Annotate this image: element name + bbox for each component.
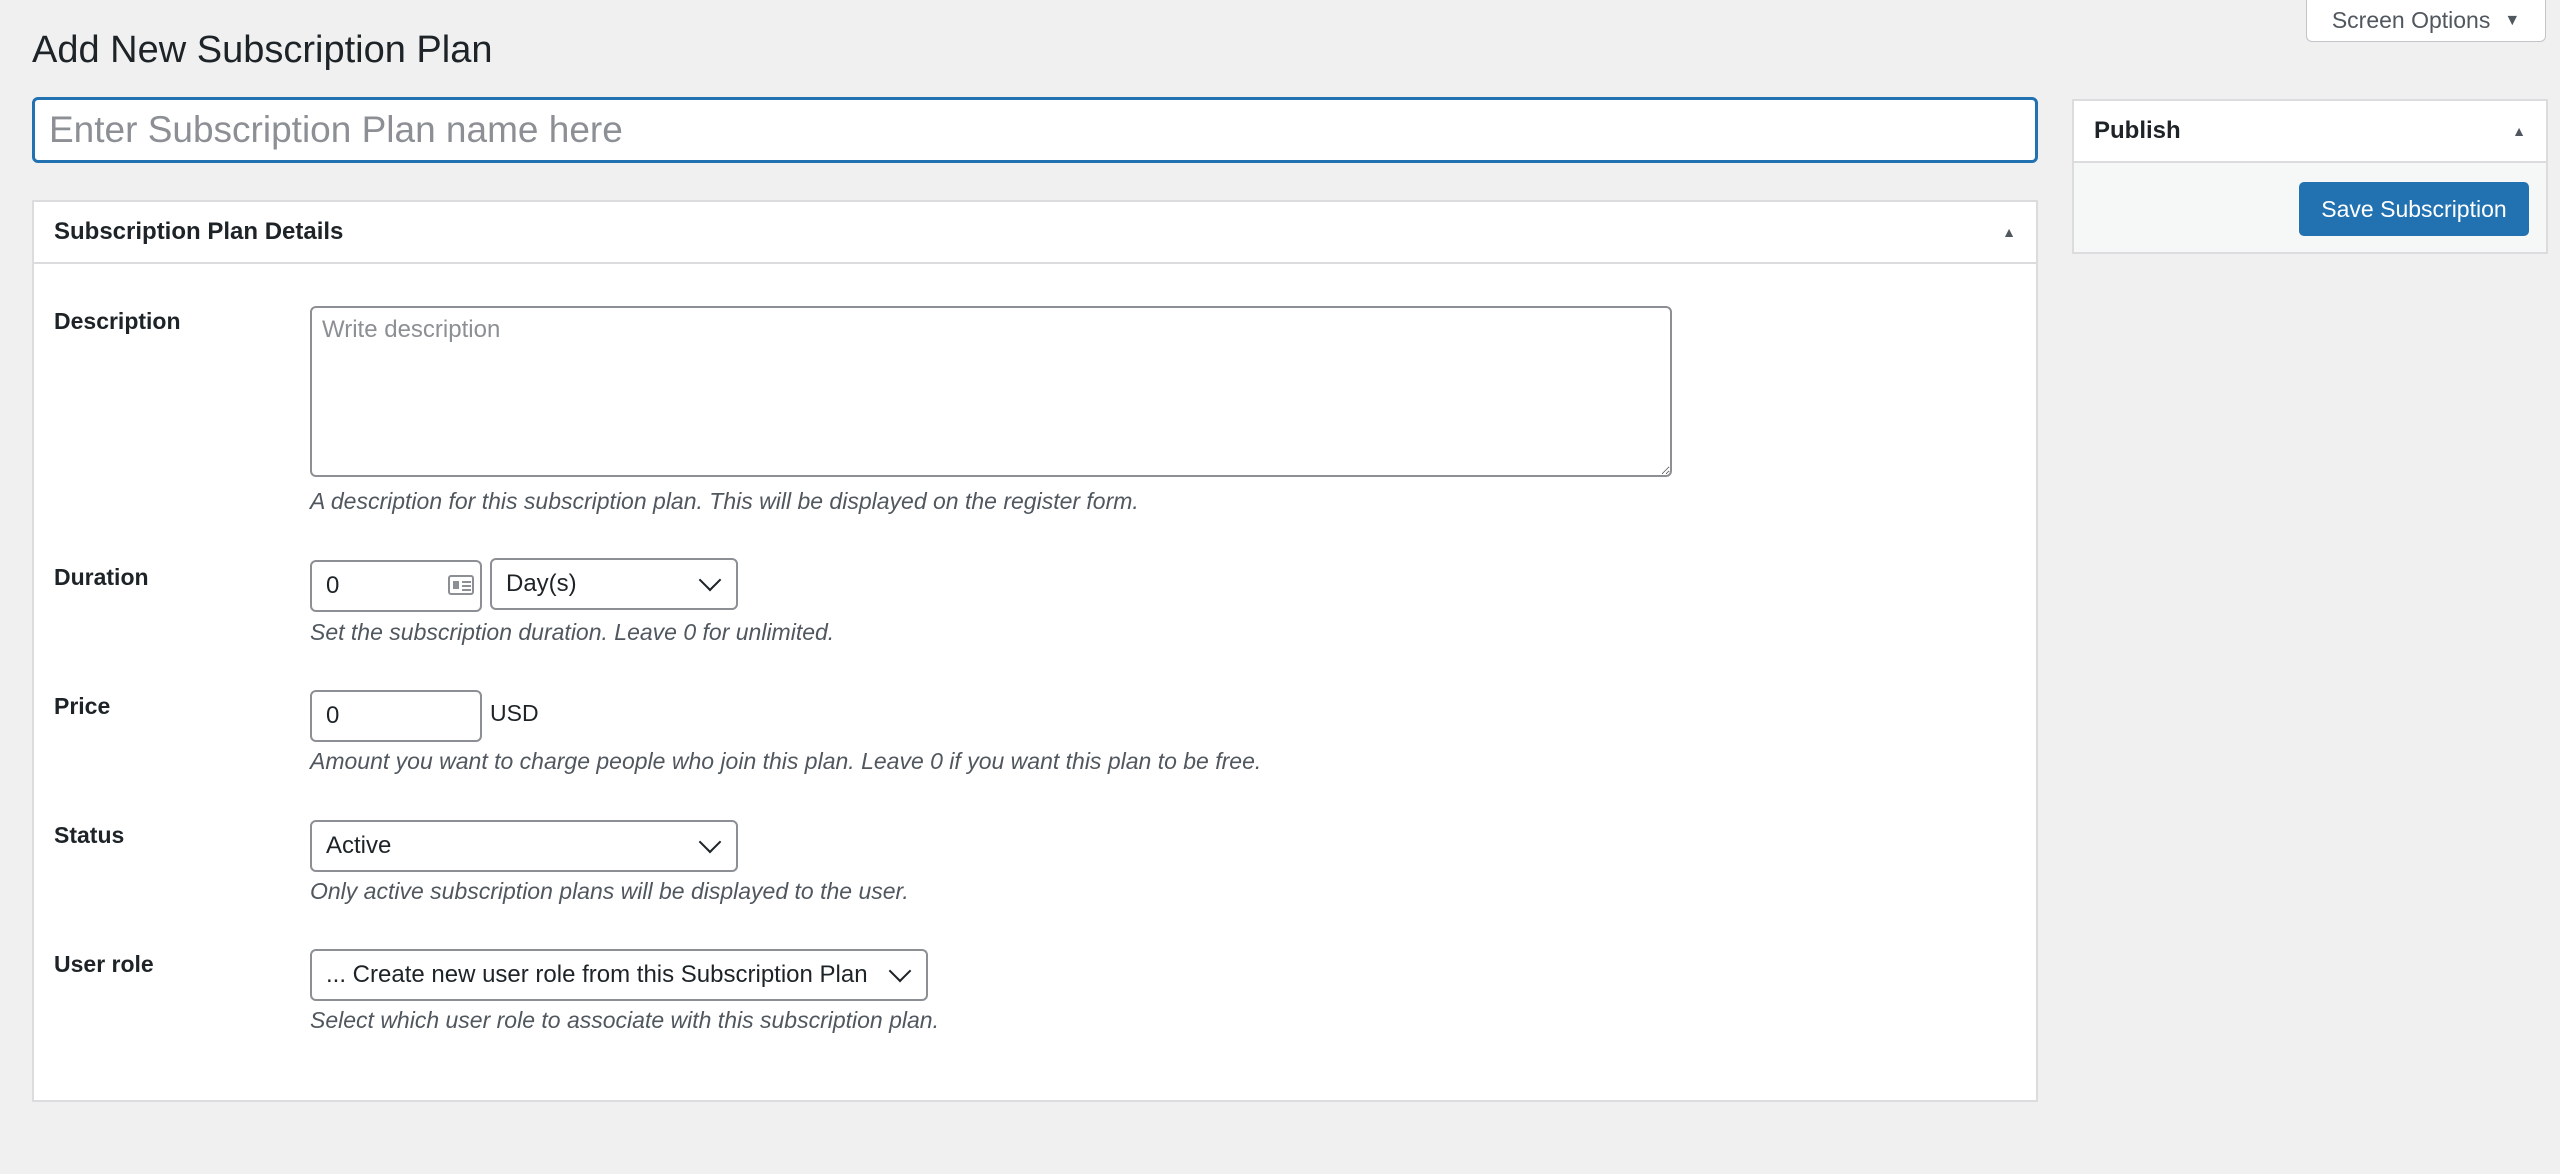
price-help: Amount you want to charge people who joi…: [310, 748, 1262, 774]
duration-input[interactable]: 0: [310, 560, 482, 612]
user-role-value: ... Create new user role from this Subsc…: [326, 961, 868, 988]
screen-options-label: Screen Options: [2331, 7, 2491, 33]
price-currency: USD: [490, 700, 539, 726]
description-label: Description: [54, 308, 181, 334]
chevron-down-icon: [698, 568, 722, 592]
caret-down-icon: ▼: [2504, 11, 2521, 29]
status-help: Only active subscription plans will be d…: [310, 878, 909, 904]
description-textarea[interactable]: [310, 306, 1672, 477]
duration-help: Set the subscription duration. Leave 0 f…: [310, 619, 835, 645]
collapse-toggle-icon[interactable]: ▲: [2002, 224, 2016, 240]
price-input[interactable]: 0: [310, 690, 482, 742]
duration-value: 0: [326, 572, 340, 599]
details-box-title: Subscription Plan Details: [54, 218, 344, 245]
collapse-toggle-icon[interactable]: ▲: [2512, 123, 2526, 139]
description-help: A description for this subscription plan…: [310, 488, 1139, 514]
status-value: Active: [326, 832, 392, 859]
chevron-down-icon: [698, 830, 722, 854]
price-value: 0: [326, 702, 340, 729]
chevron-down-icon: [888, 959, 912, 983]
publish-box-title: Publish: [2094, 117, 2181, 144]
duration-unit-select[interactable]: Day(s): [490, 558, 738, 610]
publish-box: Publish ▲ Save Subscription: [2072, 99, 2548, 254]
user-role-select[interactable]: ... Create new user role from this Subsc…: [310, 949, 928, 1001]
save-subscription-button[interactable]: Save Subscription: [2299, 182, 2529, 236]
publish-box-header: Publish ▲: [2074, 101, 2546, 163]
details-box-header: Subscription Plan Details ▲: [34, 202, 2036, 264]
plan-name-input[interactable]: [32, 97, 2038, 163]
duration-unit-value: Day(s): [506, 570, 577, 597]
status-label: Status: [54, 822, 125, 848]
user-role-help: Select which user role to associate with…: [310, 1007, 939, 1033]
duration-label: Duration: [54, 564, 149, 590]
status-select[interactable]: Active: [310, 820, 738, 872]
price-label: Price: [54, 693, 111, 719]
screen-options-button[interactable]: Screen Options ▼: [2306, 0, 2546, 42]
page-title: Add New Subscription Plan: [32, 29, 493, 71]
contact-card-icon: [448, 575, 474, 595]
user-role-label: User role: [54, 951, 154, 977]
